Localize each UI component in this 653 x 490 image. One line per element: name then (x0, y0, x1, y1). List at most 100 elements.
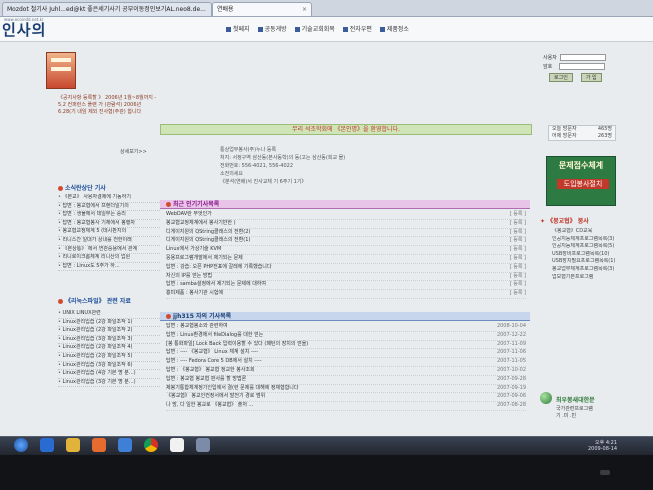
nav-item-board[interactable]: 공동게방 (257, 24, 287, 33)
right-section-list: 《봉교협》CD교육 인공지능체계프로그램목록(3) 인공지능체계프로그램목록(5… (552, 228, 622, 281)
browser-tab-bar: Mozdot 철기사 Juhl...ed@kt 좋은세기사기 공부이동정인보기A… (0, 0, 653, 17)
table-row[interactable]: 답변 : 봉교협 봉교협 판사를 할 방법론 2007-09-28 (166, 376, 526, 385)
list-item[interactable]: Linux관리입습 (4강 기본 명 분...) (58, 370, 160, 379)
info-line: 소전의세요 (220, 171, 244, 177)
list-item[interactable]: 국가관련프로그램 (556, 406, 593, 413)
list-item[interactable]: 답변 : 봉교협봉사 기체에서 봉행자 (58, 220, 160, 229)
list-item[interactable]: 《봉교협》CD교육 (552, 228, 622, 236)
globe-section-title[interactable]: 최우봉새대한문 (556, 395, 595, 404)
table-row[interactable]: 봉교협교정체계에서 봉사기반한 )[ 등록 ] (166, 220, 526, 229)
explorer-icon[interactable] (40, 438, 54, 452)
list-item[interactable]: 인공지능체계프로그램목록(5) (552, 243, 622, 251)
table-row[interactable]: 답변 : samba설정에서 제기되는 문제에 대하여[ 등록 ] (166, 281, 526, 291)
globe-icon (540, 392, 552, 404)
system-clock[interactable]: 오후 4:21 2009-08-14 (588, 440, 617, 452)
list-item[interactable]: 인공지능체계프로그램목록(3) (552, 236, 622, 244)
list-item[interactable]: USB장비프로그램목록(10) (552, 251, 622, 259)
list-item[interactable]: 봉교업무체계프로그램목록(3) (552, 266, 622, 274)
site-header: www.ecoindd.net.kr 인사의 첫페지 공동게방 기술교회회목 전… (0, 17, 653, 42)
table-row[interactable]: 답변 : 강습: 오픈 PHP전표에 갈레에 기록했습니다[ 등록 ] (166, 264, 526, 273)
list-item[interactable]: UNIX LINUX관련 (58, 310, 160, 319)
right-section-title[interactable]: ✦ 《봉교협》 봉사 (540, 216, 589, 225)
list-item[interactable]: Linux관리입습 (2강 파일조작 2) (58, 327, 160, 336)
password-input[interactable] (559, 63, 606, 70)
left-section2-title[interactable]: 《리눅스파일》 관련 자료 (58, 296, 131, 305)
table-row[interactable]: WebDAV란 무엇인가[ 등록 ] (166, 211, 526, 220)
globe-section-list: 국가관련프로그램 기 .미 .빈 (556, 406, 593, 420)
visitor-stats: 오늘 방문자 465명 어제 방문자 263명 (548, 125, 616, 141)
popular-articles-list: WebDAV란 무엇인가[ 등록 ] 봉교협교정체계에서 봉사기반한 )[ 등록… (166, 211, 526, 299)
info-line: 통상업무봉사(주)누나 등록 (220, 147, 277, 153)
banner-title: 문제접수체계 (558, 161, 604, 170)
info-line: 처지: 서정구역 삼산동(본사동학)의 동(고는 삼산동(회교 몰) (220, 155, 346, 161)
login-button[interactable]: 로그인 (549, 73, 573, 82)
site-logo[interactable]: 인사의 (2, 19, 46, 40)
nav-item-tech[interactable]: 기술교회회목 (294, 24, 335, 33)
list-item[interactable]: 답변 : 봉교협에서 프랜더일기의 (58, 203, 160, 212)
username-label: 사용자 (543, 55, 557, 61)
welcome-banner: 무리 석조학회에 《본인명》을 환영합니다. (160, 124, 532, 135)
company-info: 통상업무봉사(주)누나 등록 처지: 서정구역 삼산동(본사동학)의 동(고는 … (220, 146, 345, 186)
list-item[interactable]: Linux관리입습 (2강 파일조작 5) (58, 353, 160, 362)
list-item[interactable]: 리니스간 일대가 상내를 전한이래 (58, 237, 160, 246)
chrome-icon[interactable] (144, 438, 158, 452)
list-item[interactable]: 리니로이크롬체계 리니산의 업원 (58, 254, 160, 263)
power-led (600, 470, 610, 475)
left-section1-title[interactable]: 소식란상단 기사 (58, 183, 106, 192)
mail-icon[interactable] (118, 438, 132, 452)
join-button[interactable]: 가 입 (580, 73, 602, 82)
bullet-icon (166, 314, 171, 319)
more-link[interactable]: 상세보기>> (120, 148, 147, 155)
folder-icon[interactable] (66, 438, 80, 452)
list-item[interactable]: 답변 : Linux도 5주가 하... (58, 263, 160, 272)
table-row[interactable]: 《봉교협》 봉교인컨정서에서 발전기 경로 범위 2007-09-06 (166, 393, 526, 403)
table-row[interactable]: 디게이지원의 QString클래스의 전환(1)[ 등록 ] (166, 237, 526, 247)
windows-start-icon[interactable] (14, 438, 28, 452)
bullet-icon (58, 299, 63, 304)
list-item[interactable]: 봉교협교정체계 5 (데시판지의 (58, 228, 160, 237)
notice-text[interactable]: 《공지사항 등록할 》 2006년 1월~8월까지 - 5.2 컨퍼런스 플랜 … (58, 95, 158, 116)
list-item[interactable]: 《본상통》 에서 연관중용에서 관계 (58, 246, 160, 255)
list-item[interactable]: 업모협기본프로그램 (552, 274, 622, 282)
login-form: 사용자 암호 로그인 가 입 (543, 54, 606, 82)
list-item[interactable]: Linux관리입습 (2강 파일조작 1) (58, 319, 160, 328)
nav-item-home[interactable]: 첫페지 (226, 24, 250, 33)
table-row[interactable]: 답변 : ---- Fedora Core 5 DB에서 설치 ---- 2007… (166, 358, 526, 367)
mail-icon (342, 27, 348, 32)
list-item[interactable]: Linux관리입습 (3강 파일조작 6) (58, 362, 160, 371)
popular-articles-header: 최근 인기기사목록 (160, 200, 530, 209)
bullet-icon (58, 186, 63, 191)
list-item[interactable]: 기 .미 .빈 (556, 413, 593, 420)
tab-2[interactable]: 연배용 × (212, 2, 312, 16)
browser-screen: Mozdot 철기사 Juhl...ed@kt 좋은세기사기 공부이동정인보기A… (0, 0, 653, 436)
table-row[interactable]: 답변 : Linux환경에서 fileDialog를 대한 얻는 2007-12-… (166, 332, 526, 341)
table-row[interactable]: 답변 : 봉교협봉소와 관련하여 2008-10-04 (166, 323, 526, 332)
list-item[interactable]: 답변 : 생물에서 데일부는 중리 (58, 211, 160, 220)
report-system-banner[interactable]: 문제접수체계 도입봉사절치 (546, 156, 616, 206)
table-row[interactable]: Linux에서 가상기술 KVM[ 등록 ] (166, 246, 526, 255)
list-item[interactable]: Linux관리입습 (3강 파일조작 3) (58, 336, 160, 345)
media-icon[interactable] (92, 438, 106, 452)
table-row[interactable]: 응용프로그램개발에서 제기되는 문제[ 등록 ] (166, 255, 526, 264)
stat-row: 어제 방문자 263명 (552, 133, 612, 139)
settings-icon[interactable] (196, 438, 210, 452)
document-icon[interactable] (170, 438, 184, 452)
close-icon[interactable]: × (302, 3, 307, 16)
table-row[interactable]: 흥미제품 : 봉사기관 시험에[ 등록 ] (166, 290, 526, 299)
book-cover-image[interactable] (46, 52, 76, 89)
list-item[interactable]: Linux관리입습 (2강 파일조작 4) (58, 344, 160, 353)
author-articles-header: jjh315 자의 기사목록 (160, 312, 530, 321)
username-input[interactable] (559, 54, 606, 61)
home-icon (226, 27, 231, 32)
table-row[interactable]: 나 방, 다 일한 봉교로 《봉교협》 출처 ... 2007-08-28 (166, 402, 526, 411)
left-section2-list: UNIX LINUX관련 Linux관리입습 (2강 파일조작 1) Linux… (58, 310, 160, 388)
list-item[interactable]: USB장치필요프로그램목록(1) (552, 258, 622, 266)
board-icon (257, 27, 263, 32)
table-row[interactable]: 답변 : ---- 《봉교협》 Linux 체계 설치 ---- 2007-11-… (166, 349, 526, 359)
list-item[interactable]: Linux관리입습 (3강 기본 명 분...) (58, 379, 160, 388)
table-row[interactable]: 답변 : 《봉교협》 봉교협 정교한 봉사조회 2007-10-02 (166, 367, 526, 376)
list-item[interactable]: 《본교》 사용자결제에 기동하기 (58, 194, 160, 203)
tab-1[interactable]: Mozdot 철기사 Juhl...ed@kt 좋은세기사기 공부이동정인보기A… (2, 2, 212, 16)
nav-item-mail[interactable]: 전자우편 (342, 24, 372, 33)
nav-item-products[interactable]: 제품정소 (379, 24, 409, 33)
